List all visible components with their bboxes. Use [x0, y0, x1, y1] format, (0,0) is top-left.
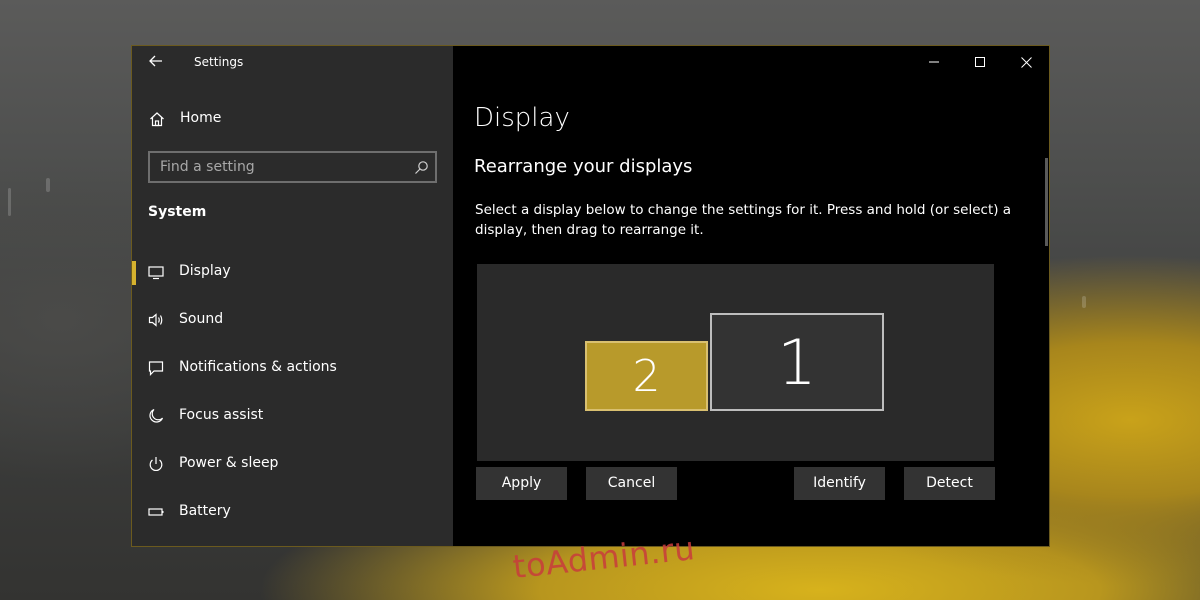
sidebar-section-title: System [148, 204, 207, 220]
sidebar-item-power-sleep[interactable]: Power & sleep [132, 444, 453, 484]
battery-icon [148, 504, 164, 520]
background-speck [1082, 296, 1086, 308]
background-speck [8, 188, 11, 216]
display-number: 2 [632, 350, 661, 402]
sidebar: Settings Home System [132, 46, 453, 546]
back-button[interactable] [146, 53, 166, 73]
sidebar-item-notifications[interactable]: Notifications & actions [132, 348, 453, 388]
notification-icon [148, 360, 164, 376]
speaker-icon [148, 312, 164, 328]
display-1-tile[interactable]: 1 [710, 313, 884, 411]
sidebar-item-sound[interactable]: Sound [132, 300, 453, 340]
sidebar-item-home[interactable]: Home [132, 104, 453, 134]
sidebar-item-label: Battery [179, 503, 231, 519]
home-icon [149, 111, 165, 127]
minimize-icon [929, 61, 939, 63]
display-arrangement-area[interactable]: 2 1 [477, 264, 994, 461]
back-arrow-icon [149, 55, 162, 67]
search-input[interactable] [150, 153, 405, 181]
background-speck [46, 178, 50, 192]
sidebar-item-display[interactable]: Display [132, 252, 453, 292]
close-button[interactable] [1003, 46, 1049, 78]
identify-button[interactable]: Identify [794, 467, 885, 500]
sidebar-item-focus-assist[interactable]: Focus assist [132, 396, 453, 436]
page-title: Display [474, 103, 570, 133]
section-heading: Rearrange your displays [474, 156, 693, 177]
sidebar-item-label: Display [179, 263, 231, 279]
display-number: 1 [777, 325, 817, 399]
scrollbar[interactable] [1045, 158, 1048, 246]
search-box [148, 151, 437, 183]
apply-button[interactable]: Apply [476, 467, 567, 500]
minimize-button[interactable] [911, 46, 957, 78]
sidebar-item-label: Notifications & actions [179, 359, 337, 375]
search-icon[interactable] [414, 160, 429, 175]
sidebar-item-label: Focus assist [179, 407, 264, 423]
sidebar-item-label: Power & sleep [179, 455, 279, 471]
selection-indicator [132, 261, 136, 285]
close-icon [1020, 56, 1032, 68]
home-label: Home [180, 110, 222, 126]
sidebar-item-battery[interactable]: Battery [132, 492, 453, 532]
instructions-text: Select a display below to change the set… [475, 202, 1012, 238]
power-icon [148, 456, 164, 472]
maximize-button[interactable] [957, 46, 1003, 78]
window-title: Settings [194, 55, 244, 69]
cancel-button[interactable]: Cancel [586, 467, 677, 500]
settings-window: Settings Home System [131, 45, 1050, 547]
display-2-tile[interactable]: 2 [585, 341, 708, 411]
main-content: Display Rearrange your displays Select a… [453, 46, 1049, 546]
moon-icon [148, 408, 164, 424]
monitor-icon [148, 264, 164, 280]
maximize-icon [975, 57, 985, 67]
detect-button[interactable]: Detect [904, 467, 995, 500]
sidebar-item-label: Sound [179, 311, 224, 327]
